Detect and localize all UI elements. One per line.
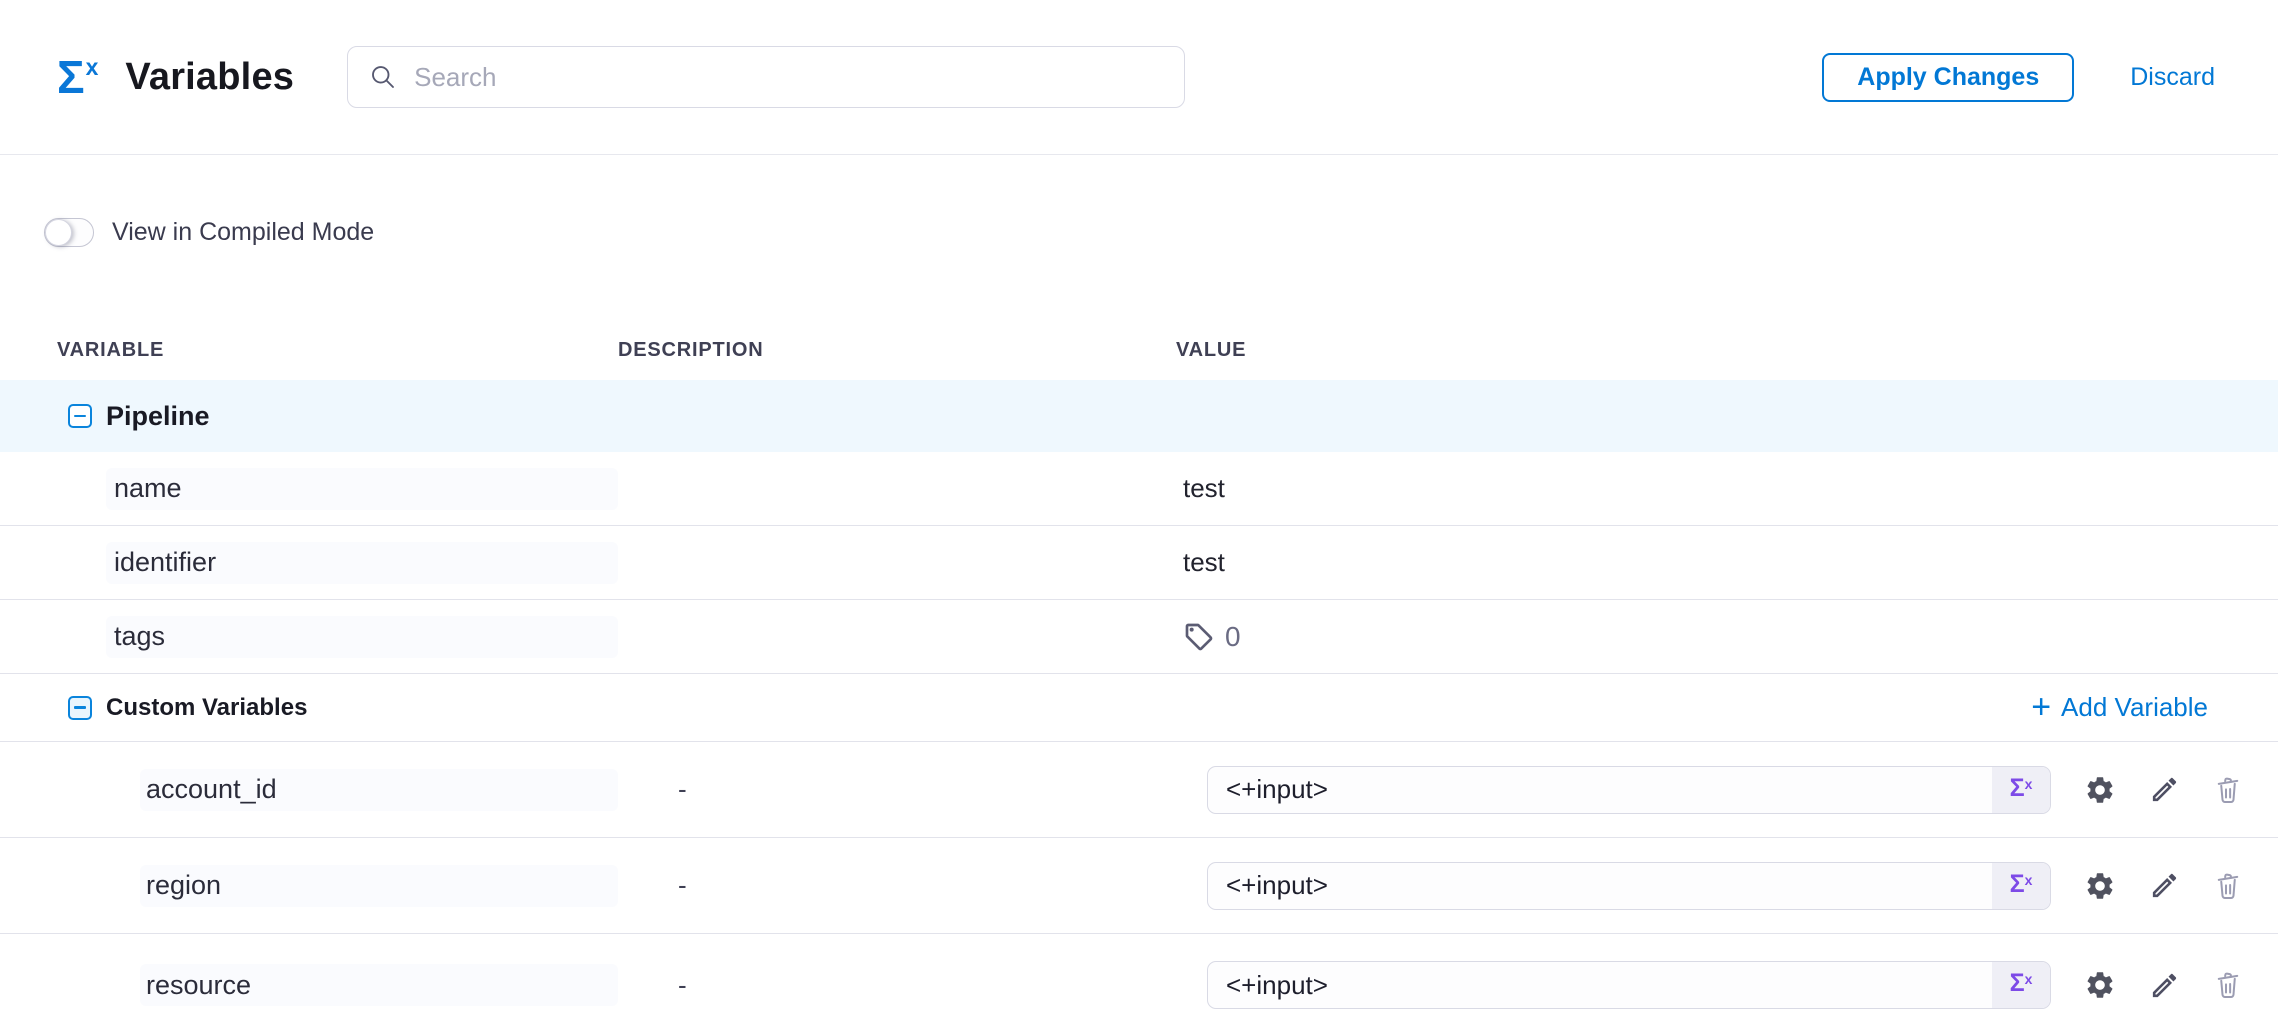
delete-trash-icon[interactable] [2213,970,2243,1000]
value-cell: <+input> Σ x [1176,961,2070,1009]
value-text: test [1183,473,1225,504]
runtime-input-field[interactable]: <+input> Σ x [1207,766,2051,814]
value-text: test [1183,547,1225,578]
search-box[interactable] [347,46,1185,108]
value-cell: 0 [1176,621,2070,653]
variable-cell: resource [0,964,618,1006]
variables-panel: Σ x Variables Apply Changes Discard View… [0,0,2278,1036]
variable-name-chip: tags [106,616,618,658]
section-label-pipeline: Pipeline [106,401,210,432]
plus-icon: + [2031,690,2051,724]
pipeline-variables-sigma-icon: Σ x [57,54,98,100]
discard-link[interactable]: Discard [2130,63,2215,92]
column-header-value: VALUE [1176,339,2070,362]
pipeline-section-cell: Pipeline [0,401,618,432]
value-cell: <+input> Σ x [1176,862,2070,910]
settings-gear-icon[interactable] [2084,870,2116,902]
compiled-mode-row: View in Compiled Mode [0,217,2278,247]
sigma-sup-glyph: x [2025,776,2033,792]
row-actions [2070,969,2278,1001]
edit-pencil-icon[interactable] [2149,774,2180,805]
description-cell: - [618,870,1176,901]
runtime-input-field[interactable]: <+input> Σ x [1207,862,2051,910]
page-title: Variables [125,56,294,99]
custom-section-cell: Custom Variables [68,694,307,722]
compiled-mode-label: View in Compiled Mode [112,218,374,247]
runtime-input-type-icon[interactable]: Σ x [1992,767,2050,813]
variable-cell: account_id [0,769,618,811]
table-row-resource: resource - <+input> Σ x [0,934,2278,1036]
tag-icon [1183,621,1215,653]
value-cell: test [1176,473,2070,504]
runtime-input-value: <+input> [1208,870,1328,901]
runtime-input-field[interactable]: <+input> Σ x [1207,961,2051,1009]
variable-name-label: tags [114,621,165,652]
sigma-glyph: Σ [57,54,85,100]
collapse-minus-icon[interactable] [68,404,92,428]
table-row-region: region - <+input> Σ x [0,838,2278,934]
row-actions [2070,774,2278,806]
sigma-sup-glyph: x [86,56,99,79]
edit-pencil-icon[interactable] [2149,870,2180,901]
add-variable-label: Add Variable [2061,692,2208,723]
variable-name-label: region [146,870,221,901]
variable-name-label: account_id [146,774,277,805]
variable-cell: name [0,468,618,510]
variable-name-chip: resource [140,964,618,1006]
tags-count: 0 [1225,621,1241,653]
runtime-input-type-icon[interactable]: Σ x [1992,863,2050,909]
section-label-custom-variables: Custom Variables [106,694,307,722]
variable-name-chip: account_id [140,769,618,811]
row-actions [2070,870,2278,902]
variable-name-chip: region [140,865,618,907]
settings-gear-icon[interactable] [2084,774,2116,806]
table-header-row: VARIABLE DESCRIPTION VALUE [0,321,2278,380]
variable-cell: identifier [0,542,618,584]
sigma-sup-glyph: x [2025,971,2033,987]
column-header-description: DESCRIPTION [618,339,1176,362]
variable-name-label: name [114,473,182,504]
delete-trash-icon[interactable] [2213,871,2243,901]
minus-bar [74,415,86,418]
compiled-mode-toggle[interactable] [44,218,94,247]
section-row-pipeline: Pipeline [0,380,2278,452]
variable-name-chip: name [106,468,618,510]
sigma-glyph: Σ [2010,871,2025,899]
table-row-name: name test [0,452,2278,526]
sigma-glyph: Σ [2010,970,2025,998]
runtime-input-type-icon[interactable]: Σ x [1992,962,2050,1008]
topbar: Σ x Variables Apply Changes Discard [0,0,2278,155]
table-row-identifier: identifier test [0,526,2278,600]
minus-bar [74,706,86,709]
collapse-minus-icon[interactable] [68,696,92,720]
variable-name-chip: identifier [106,542,618,584]
apply-changes-button[interactable]: Apply Changes [1822,53,2074,102]
runtime-input-value: <+input> [1208,970,1328,1001]
table-row-tags: tags 0 [0,600,2278,674]
value-cell: test [1176,547,2070,578]
variable-name-label: resource [146,970,251,1001]
variable-cell: tags [0,616,618,658]
variable-name-label: identifier [114,547,216,578]
search-input[interactable] [414,62,1164,93]
search-icon [368,62,398,92]
delete-trash-icon[interactable] [2213,775,2243,805]
settings-gear-icon[interactable] [2084,969,2116,1001]
description-cell: - [618,970,1176,1001]
column-header-variable: VARIABLE [0,339,618,362]
add-variable-button[interactable]: + Add Variable [2031,692,2208,724]
table-row-account-id: account_id - <+input> Σ x [0,742,2278,838]
value-cell: <+input> Σ x [1176,766,2070,814]
section-row-custom-variables: Custom Variables + Add Variable [0,674,2278,742]
toggle-knob [45,219,72,246]
sigma-sup-glyph: x [2025,872,2033,888]
sigma-glyph: Σ [2010,775,2025,803]
edit-pencil-icon[interactable] [2149,970,2180,1001]
description-cell: - [618,774,1176,805]
variable-cell: region [0,865,618,907]
runtime-input-value: <+input> [1208,774,1328,805]
